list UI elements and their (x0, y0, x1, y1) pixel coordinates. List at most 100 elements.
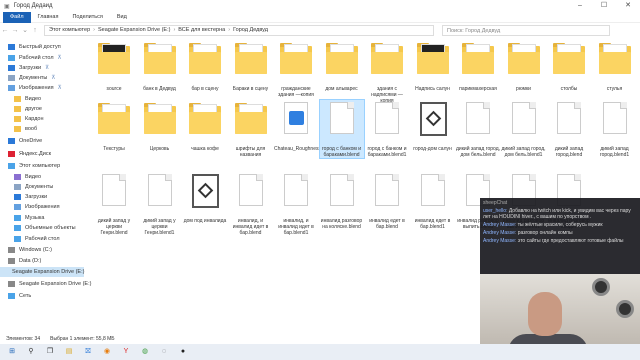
tab-view[interactable]: Вид (110, 14, 134, 20)
recent-chevron-icon[interactable]: ⌄ (20, 26, 30, 34)
file-name: город с банком и бараками.blend (321, 146, 362, 158)
folder-icon (460, 40, 496, 84)
sidebar-item[interactable]: Кардон (14, 114, 44, 124)
file-item[interactable]: инвалид разговор на коляске.blend (320, 172, 364, 230)
sidebar-item[interactable]: Data (D:) (8, 256, 41, 266)
file-item[interactable]: столбы (547, 40, 591, 92)
sidebar-item[interactable]: Документы (14, 182, 53, 192)
file-name: source (106, 86, 122, 92)
file-item[interactable]: Текстуры (92, 100, 136, 152)
file-item[interactable]: source (92, 40, 136, 92)
folder-icon (551, 40, 587, 84)
sidebar-item[interactable]: Быстрый доступ (8, 42, 61, 52)
file-item[interactable]: парикмахерская (456, 40, 500, 92)
tab-share[interactable]: Поделиться (65, 14, 109, 20)
sidebar-item[interactable]: Музыка (14, 213, 44, 223)
file-item[interactable]: рюмки (502, 40, 546, 92)
sidebar-item-label: Seagate Expansion Drive (E:) (19, 281, 92, 287)
file-item[interactable]: дикий запад город, дом бель.blend1 (502, 100, 546, 158)
tab-file[interactable]: Файл (3, 11, 31, 23)
file-item[interactable]: дикий запад у церкви Генри.blend (92, 172, 136, 236)
sidebar-item[interactable]: другое (14, 104, 42, 114)
file-item[interactable]: Chateau_Roughness (274, 100, 321, 152)
file-item[interactable]: банк в Дедвуд (138, 40, 182, 92)
sidebar-item-label: Документы (25, 184, 54, 190)
file-item[interactable]: бар в сцену (183, 40, 227, 92)
search-input[interactable]: Поиск: Город Дедвуд (442, 24, 610, 36)
sidebar-item[interactable]: Видео (14, 172, 41, 182)
file-item[interactable]: дикий запад город.blend1 (593, 100, 637, 158)
up-arrow-icon[interactable]: ↑ (30, 27, 40, 34)
sidebar-item[interactable]: Загрузки ⊼ (8, 63, 49, 73)
sidebar-item[interactable]: OneDrive (8, 136, 42, 146)
file-item[interactable]: город-дом салун (411, 100, 455, 152)
sidebar-item[interactable]: Изображения ⊼ (8, 83, 62, 93)
sidebar-item[interactable]: Сеть (8, 291, 31, 301)
music-icon (14, 215, 21, 221)
file-item[interactable]: инвалид, и инвалид идет в бар.blend1 (274, 172, 318, 236)
sidebar-item[interactable]: вооб (14, 124, 37, 134)
file-item[interactable]: город с банком и бараками.blend1 (365, 100, 409, 158)
file-item[interactable]: Церковь (138, 100, 182, 152)
minimize-button[interactable]: – (568, 0, 592, 12)
close-button[interactable]: ✕ (616, 0, 640, 12)
file-item[interactable]: инвалид, и инвалид идет в бар.blend (229, 172, 273, 236)
file-item[interactable]: город с банком и бараками.blend (318, 99, 365, 159)
search-icon[interactable]: ⚲ (25, 346, 37, 358)
file-name: инвалид едет в бар.blend (369, 218, 405, 230)
file-item[interactable]: гражданские здания —копия (274, 40, 318, 98)
explorer-icon[interactable]: ▤ (63, 346, 75, 358)
sidebar-item[interactable]: Seagate Expansion Drive (E:) (8, 279, 91, 289)
document-icon (233, 172, 269, 216)
crumb-this-pc[interactable]: Этот компьютер (49, 27, 90, 33)
store-icon[interactable]: ⛝ (82, 346, 94, 358)
sidebar-item[interactable]: Рабочий стол ⊼ (8, 53, 62, 63)
windows-start-icon[interactable]: ⊞ (6, 346, 18, 358)
folder-icon (187, 100, 223, 144)
tab-home[interactable]: Главная (31, 14, 66, 20)
file-item[interactable]: дом альварес (320, 40, 364, 92)
maximize-button[interactable]: ☐ (592, 0, 616, 12)
file-item[interactable]: Надпись салун (411, 40, 455, 92)
crumb-drive[interactable]: Seagate Expansion Drive (E:) (98, 27, 170, 33)
sidebar-item[interactable]: Видео (14, 94, 41, 104)
file-item[interactable]: дикий запад у церкви Генри.blend1 (138, 172, 182, 236)
breadcrumb[interactable]: Этот компьютер › Seagate Expansion Drive… (44, 24, 434, 36)
sidebar-item[interactable]: Рабочий стол (14, 234, 60, 244)
folder-icon: ▣ (4, 3, 10, 10)
file-item[interactable]: инвалид едет в бар.blend1 (411, 172, 455, 230)
file-item[interactable]: инвалид едет в бар.blend (365, 172, 409, 230)
forward-arrow-icon[interactable]: → (10, 27, 20, 34)
file-item[interactable]: дикий запад город, дом бель.blend (456, 100, 500, 158)
pin-icon: ⊼ (57, 85, 62, 91)
sidebar-item[interactable]: Seagate Expansion Drive (E:) (0, 267, 84, 277)
file-item[interactable]: дикий запад город.blend (547, 100, 591, 158)
crumb-current[interactable]: Город Дедвуд (233, 27, 268, 33)
file-item[interactable]: шрифты для названия (229, 100, 273, 158)
file-name: Chateau_Roughness (274, 146, 321, 152)
file-name: рюмки (516, 86, 531, 92)
file-item[interactable]: стулья (593, 40, 637, 92)
blender-icon[interactable]: ◉ (101, 346, 113, 358)
chrome-icon[interactable]: ◍ (139, 346, 151, 358)
crumb-western[interactable]: ВСЕ для вестерна (178, 27, 225, 33)
sidebar-item[interactable]: Документы ⊼ (8, 73, 55, 83)
sidebar-item[interactable]: Яндекс.Диск (8, 149, 51, 159)
sidebar-item[interactable]: Этот компьютер (8, 161, 60, 171)
back-arrow-icon[interactable]: ← (0, 27, 10, 34)
obs-icon[interactable]: ● (177, 346, 189, 358)
folder-icon (506, 40, 542, 84)
sidebar-item-label: Загрузки (25, 194, 48, 200)
sidebar-item[interactable]: Изображения (14, 202, 60, 212)
steam-icon[interactable]: ◌ (158, 346, 170, 358)
sidebar-item[interactable]: Объемные объекты (14, 223, 76, 233)
file-item[interactable]: дом под инвалида (183, 172, 227, 224)
download-icon (14, 194, 21, 200)
file-item[interactable]: чашка кофе (183, 100, 227, 152)
sidebar-item[interactable]: Windows (C:) (8, 245, 52, 255)
file-item[interactable]: здания с надписями —копия (365, 40, 409, 104)
sidebar-item[interactable]: Загрузки (14, 192, 47, 202)
yandex-icon[interactable]: Y (120, 346, 132, 358)
file-item[interactable]: Бараки в сцену (229, 40, 273, 92)
task-view-icon[interactable]: ❐ (44, 346, 56, 358)
